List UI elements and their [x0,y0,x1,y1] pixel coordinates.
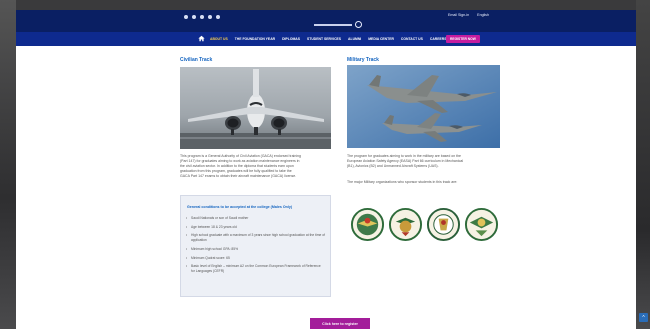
conditions-list: Saudi Nationals or son of Saudi mother A… [185,216,325,278]
logo-wordmark [314,23,352,26]
condition-item: Saudi Nationals or son of Saudi mother [185,216,325,221]
emblem-national-guard-icon [464,207,499,242]
main-navigation: ABOUT US THE FOUNDATION YEAR DIPLOMAS ST… [16,32,636,46]
nav-item-foundation-year[interactable]: THE FOUNDATION YEAR [235,37,275,41]
military-jets-image [347,65,500,148]
condition-item: High school graduate with a maximum of 3… [185,233,325,242]
military-organization-emblems [350,207,500,243]
web-page: Email Sign-in English ABOUT US THE FOUND… [16,10,636,329]
top-header-bar: Email Sign-in English [16,10,636,32]
screen-margin-left [0,0,16,329]
conditions-box: General conditions to be accepted at the… [180,195,331,297]
nav-item-student-services[interactable]: STUDENT SERVICES [307,37,341,41]
military-text-line: (B1), Avionics (B2) and Unmanned Aircraf… [347,164,439,168]
civilian-track-title: Civilian Track [180,57,213,63]
logo-seal-icon [355,21,362,28]
nav-item-alumni[interactable]: ALUMNI [348,37,361,41]
register-now-button[interactable]: REGISTER NOW [446,35,480,43]
site-logo[interactable] [314,21,362,28]
screen-margin-right [636,0,650,329]
conditions-title: General conditions to be accepted at the… [187,205,293,209]
twitter-icon[interactable] [184,15,188,19]
emblem-air-force-icon [350,207,385,242]
scroll-top-button[interactable]: ^ [639,313,648,322]
nav-item-careers[interactable]: CAREERS [430,37,447,41]
emblem-navy-icon [426,207,461,242]
military-orgs-intro: The major Military organizations who spo… [347,180,499,185]
military-track-title: Military Track [347,57,379,63]
civilian-description: This program is a General Authority of C… [180,154,332,179]
nav-item-about-us[interactable]: ABOUT US [210,37,228,41]
social-links [184,15,220,19]
civilian-text-line: GACA Part 147 exams to obtain their airc… [180,174,297,178]
nav-item-diplomas[interactable]: DIPLOMAS [282,37,300,41]
instagram-icon[interactable] [200,15,204,19]
register-click-here-button[interactable]: Click here to register [310,318,370,329]
linkedin-icon[interactable] [216,15,220,19]
emblem-army-icon [388,207,423,242]
top-links: Email Sign-in English [448,13,489,17]
youtube-icon[interactable] [208,15,212,19]
email-signin-link[interactable]: Email Sign-in [448,13,469,17]
facebook-icon[interactable] [192,15,196,19]
nav-item-media-center[interactable]: MEDIA CENTER [368,37,394,41]
military-orgs-line: The major Military organizations who spo… [347,180,458,184]
nav-item-contact-us[interactable]: CONTACT US [401,37,423,41]
condition-item: Age between 18 & 23 years old [185,225,325,230]
civilian-airliner-image [180,67,331,149]
nav-menu: ABOUT US THE FOUNDATION YEAR DIPLOMAS ST… [210,32,447,46]
language-switch-link[interactable]: English [477,13,489,17]
condition-item: Minimum high school GPA: 85% [185,247,325,252]
condition-item: Minimum Qudrat score: 65 [185,256,325,261]
chevron-up-icon: ^ [642,314,645,321]
military-description: The program for graduates aiming to work… [347,154,499,169]
home-icon[interactable] [198,35,205,42]
condition-item: Basic level of English – minimum A2 on t… [185,264,325,273]
